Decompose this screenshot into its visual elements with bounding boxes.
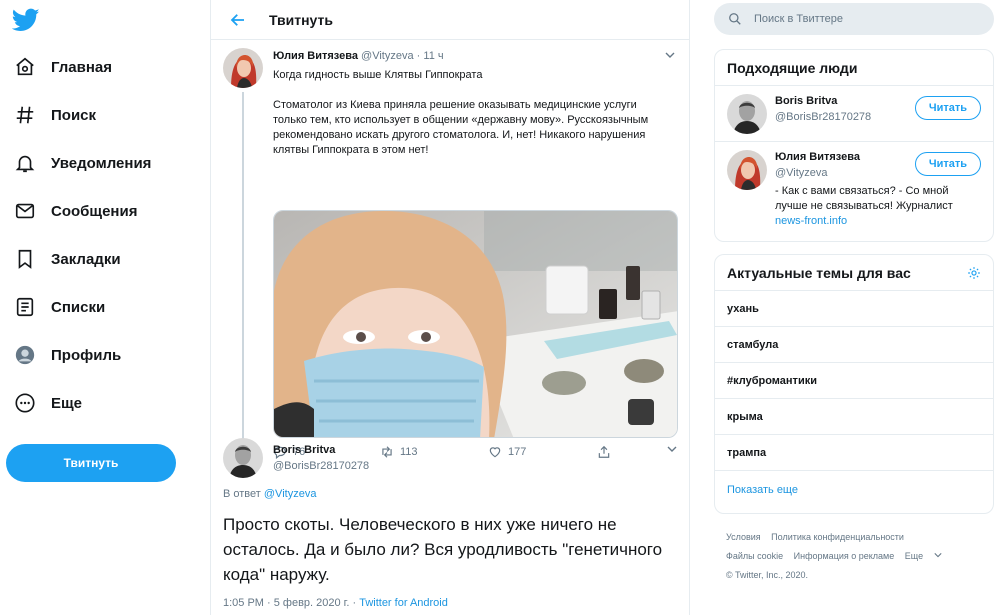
avatar[interactable] [727,150,767,190]
chevron-down-icon[interactable] [667,444,677,454]
like-count: 177 [508,446,527,458]
like-button[interactable]: 177 [488,445,526,459]
author-name[interactable]: Boris Britva [273,444,335,456]
bookmark-icon [18,249,32,269]
nav-notifications-label: Уведомления [51,154,152,172]
nav-explore[interactable]: Поиск [14,100,96,130]
footer-ads-info-link[interactable]: Информация о рекламе [794,551,895,561]
suggested-user-name[interactable]: Boris Britva [775,95,837,107]
mail-icon [15,203,35,219]
author-handle[interactable]: @Vityzeva [361,50,414,62]
nav-bookmarks[interactable]: Закладки [14,244,121,274]
tweet-meta: 1:05 PM · 5 февр. 2020 г. · Twitter for … [223,597,448,609]
main-column: Твитнуть Юлия Витязева @Vityzeva · 11 ч … [210,0,690,615]
bio-text: - Как с вами связаться? - Со мной лучше … [775,185,953,212]
tweet-button[interactable]: Твитнуть [6,444,176,482]
nav-explore-label: Поиск [51,106,97,124]
separator-dot: · [416,50,421,62]
footer: Условия Политика конфиденциальности Файл… [726,528,950,585]
nav-messages-label: Сообщения [51,202,138,220]
heart-icon [489,447,501,458]
retweet-button[interactable]: 113 [380,445,418,459]
trends-card: Актуальные темы для вас ухань стамбула #… [714,254,994,514]
nav-home[interactable]: Главная [14,52,112,82]
list-icon [16,297,34,317]
tweet-first-line: Когда гидность выше Клятвы Гиппократа [273,69,483,81]
twitter-logo-icon[interactable] [12,6,40,34]
author-name[interactable]: Юлия Витязева [273,50,358,62]
trend-item[interactable]: трампа [715,435,993,471]
avatar[interactable] [727,94,767,134]
chevron-down-icon [933,553,942,558]
tweet-body: Стоматолог из Киева приняла решение оказ… [273,99,649,156]
nav-notifications[interactable]: Уведомления [14,148,151,178]
page-title: Твитнуть [269,11,333,28]
nav-profile[interactable]: Профиль [14,340,121,370]
suggested-user-bio: - Как с вами связаться? - Со мной лучше … [775,184,975,229]
nav-bookmarks-label: Закладки [51,250,121,268]
tweet-source-link[interactable]: Twitter for Android [359,597,448,609]
nav-messages[interactable]: Сообщения [14,196,137,226]
parent-tweet[interactable]: Юлия Витязева @Vityzeva · 11 ч Когда гид… [211,40,689,467]
suggested-user-name[interactable]: Юлия Витязева [775,151,860,163]
follow-button[interactable]: Читать [915,96,981,120]
nav-profile-label: Профиль [51,346,122,364]
trend-item[interactable]: стамбула [715,327,993,363]
footer-privacy-link[interactable]: Политика конфиденциальности [771,532,904,542]
share-button[interactable] [597,445,617,459]
show-more-link[interactable]: Показать еще [715,471,993,509]
share-icon [598,445,610,458]
gear-icon[interactable] [967,266,981,280]
suggested-user[interactable]: Юлия Витязева @Vityzeva - Как с вами свя… [715,142,993,240]
tweet-time[interactable]: 11 ч [423,50,443,62]
thread-line [242,92,244,467]
trend-item[interactable]: крыма [715,399,993,435]
nav-lists[interactable]: Списки [14,292,105,322]
tweet-photo[interactable] [273,210,678,438]
nav-more-label: Еще [51,394,83,412]
reply-to-link[interactable]: @Vityzeva [264,488,317,500]
tweet-text: Когда гидность выше Клятвы Гиппократа Ст… [273,68,673,158]
tweet-header: Юлия Витязева @Vityzeva · 11 ч [273,50,444,62]
profile-icon [15,345,35,365]
author-handle[interactable]: @BorisBr28170278 [273,460,369,472]
tweet-text: Просто скоты. Человеческого в них уже ни… [223,515,663,584]
reply-context: В ответ @Vityzeva [223,488,316,500]
footer-cookies-link[interactable]: Файлы cookie [726,551,783,561]
suggested-user-handle[interactable]: @Vityzeva [775,167,828,179]
copyright: © Twitter, Inc., 2020. [726,570,809,580]
back-arrow-icon[interactable] [229,11,247,29]
footer-terms-link[interactable]: Условия [726,532,761,542]
who-to-follow-card: Подходящие люди Boris Britva @BorisBr281… [714,49,994,242]
footer-more-label: Еще [904,551,924,561]
bio-link[interactable]: news-front.info [775,215,847,227]
hashtag-icon [16,106,34,124]
reply-prefix: В ответ [223,488,261,500]
home-icon [16,57,34,76]
search-icon [729,13,741,25]
suggested-user-handle[interactable]: @BorisBr28170278 [775,111,871,123]
follow-button[interactable]: Читать [915,152,981,176]
bell-icon [15,155,35,173]
avatar[interactable] [223,48,263,88]
tweet-timestamp[interactable]: 1:05 PM · 5 февр. 2020 г. · [223,597,356,609]
retweet-icon [382,446,392,458]
chevron-down-icon[interactable] [665,50,675,60]
nav-home-label: Главная [51,58,113,76]
more-icon [15,393,35,413]
nav-lists-label: Списки [51,298,106,316]
retweet-count: 113 [400,446,418,458]
search-input[interactable] [754,13,974,25]
avatar[interactable] [223,438,263,478]
search-box[interactable] [714,3,994,35]
nav-more[interactable]: Еще [14,388,82,418]
trends-title: Актуальные темы для вас [715,255,993,291]
who-to-follow-title: Подходящие люди [715,50,993,86]
trend-item[interactable]: ухань [715,291,993,327]
trend-item[interactable]: #клубромантики [715,363,993,399]
left-nav: Главная Поиск Уведомления Сообщения Закл… [0,0,210,615]
footer-more-link[interactable]: Еще [905,551,942,561]
page-header: Твитнуть [211,0,689,40]
suggested-user[interactable]: Boris Britva @BorisBr28170278 Читать [715,86,993,142]
